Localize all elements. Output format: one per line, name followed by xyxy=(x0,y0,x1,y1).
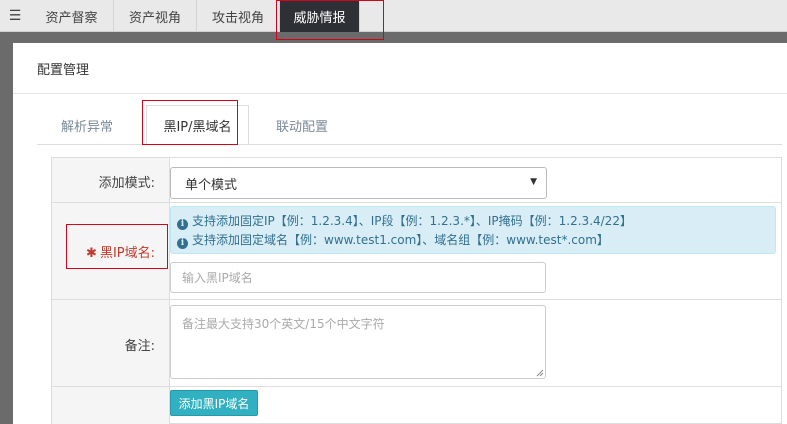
mode-label: 添加模式: xyxy=(98,176,155,191)
info-icon: i xyxy=(177,238,188,249)
add-blacklist-button[interactable]: 添加黑IP域名 xyxy=(170,390,258,416)
tab-black-ip-domain[interactable]: 黑IP/黑域名 xyxy=(146,105,249,145)
hamburger-menu-icon[interactable]: ☰ xyxy=(0,0,30,32)
info-icon: i xyxy=(177,219,188,230)
row-divider xyxy=(52,386,781,387)
row-divider xyxy=(52,202,781,203)
tab-linkage-config[interactable]: 联动配置 xyxy=(260,105,344,145)
blacklist-input[interactable]: 输入黑IP域名 xyxy=(170,262,546,293)
required-asterisk-icon: ✱ xyxy=(86,246,97,261)
resize-grip-icon[interactable] xyxy=(536,369,544,377)
nav-tab-asset-view[interactable]: 资产视角 xyxy=(114,0,197,32)
note-textarea[interactable]: 备注最大支持30个英文/15个中文字符 xyxy=(170,305,546,379)
nav-tab-attack-view[interactable]: 攻击视角 xyxy=(197,0,280,32)
tab-parse-anomaly[interactable]: 解析异常 xyxy=(45,105,129,145)
label-cell-blacklist: ✱ 黑IP域名: xyxy=(52,203,169,299)
label-cell-mode: 添加模式: xyxy=(52,158,169,202)
modal-header-divider xyxy=(13,93,787,94)
label-cell-note: 备注: xyxy=(52,300,169,386)
hint-domain-line: i 支持添加固定域名【例：www.test1.com】、域名组【例：www.tes… xyxy=(177,231,769,250)
row-divider xyxy=(52,299,781,300)
top-nav: ☰ 资产督察 资产视角 攻击视角 威胁情报 xyxy=(0,0,787,32)
nav-tab-asset-inspection[interactable]: 资产督察 xyxy=(30,0,114,32)
hint-ip-line: i 支持添加固定IP【例：1.2.3.4】、IP段【例：1.2.3.*】、IP掩码… xyxy=(177,212,769,231)
dropdown-caret-icon: ▼ xyxy=(530,177,537,187)
note-label: 备注: xyxy=(124,339,155,354)
config-modal: 配置管理 解析异常 黑IP/黑域名 联动配置 添加模式: ✱ 黑IP域名: 备注:… xyxy=(13,43,787,424)
nav-tab-threat-intel[interactable]: 威胁情报 xyxy=(280,0,360,32)
label-cell-empty xyxy=(52,387,169,424)
modal-title: 配置管理 xyxy=(37,63,90,78)
mode-select[interactable]: 单个模式 ▼ xyxy=(170,167,547,199)
blacklist-label: ✱ 黑IP域名: xyxy=(86,246,155,261)
tabs-divider xyxy=(37,144,782,145)
hint-alert: i 支持添加固定IP【例：1.2.3.4】、IP段【例：1.2.3.*】、IP掩码… xyxy=(170,206,776,254)
blacklist-form: 添加模式: ✱ 黑IP域名: 备注: 单个模式 ▼ i 支持添加固定IP【例：1.2… xyxy=(51,157,782,424)
